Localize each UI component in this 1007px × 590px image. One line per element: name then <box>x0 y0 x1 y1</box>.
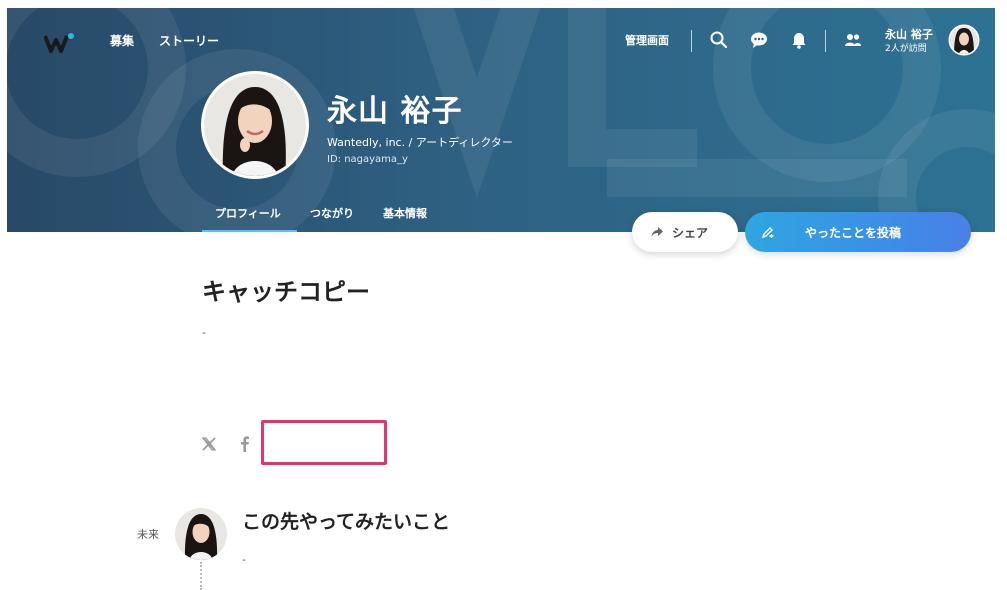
bell-icon[interactable] <box>789 30 809 50</box>
tab-profile[interactable]: プロフィール <box>215 205 281 221</box>
timeline-connector <box>200 562 202 590</box>
highlight-box <box>261 420 387 465</box>
timeline-future-label: 未来 <box>137 528 159 541</box>
profile-id: ID: nagayama_y <box>327 154 408 165</box>
timeline-avatar <box>175 508 227 560</box>
nav-stories-link[interactable]: ストーリー <box>159 32 219 49</box>
post-button-label: やったことを投稿 <box>805 226 902 240</box>
share-button[interactable]: シェア <box>632 212 738 252</box>
nav-jobs-link[interactable]: 募集 <box>110 32 134 49</box>
header-divider <box>691 30 692 52</box>
catchcopy-heading: キャッチコピー <box>202 278 370 306</box>
facebook-icon[interactable] <box>235 434 255 454</box>
header-user-name[interactable]: 永山 裕子 <box>885 26 933 42</box>
x-icon[interactable] <box>199 434 219 454</box>
profile-company-role[interactable]: Wantedly, inc. / アートディレクター <box>327 134 513 150</box>
post-activity-button[interactable]: やったことを投稿 <box>745 212 971 252</box>
admin-link[interactable]: 管理画面 <box>625 32 669 48</box>
people-icon[interactable] <box>843 30 863 50</box>
future-heading: この先やってみたいこと <box>242 511 451 533</box>
future-value: - <box>242 553 246 566</box>
pencil-plus-icon <box>761 227 774 239</box>
user-avatar[interactable] <box>948 24 980 56</box>
tab-connections[interactable]: つながり <box>310 205 354 221</box>
profile-header: 募集 ストーリー 管理画面 永山 裕子 2人が訪問 永山 裕子 Wantedly… <box>7 8 995 232</box>
profile-name: 永山 裕子 <box>327 94 463 129</box>
tab-basic-info[interactable]: 基本情報 <box>383 205 427 221</box>
header-visit-count[interactable]: 2人が訪問 <box>885 41 927 54</box>
search-icon[interactable] <box>709 30 729 50</box>
share-button-label: シェア <box>672 226 709 240</box>
share-arrow-icon <box>651 227 663 237</box>
profile-avatar <box>201 71 309 179</box>
header-divider <box>825 30 826 52</box>
active-tab-indicator <box>202 230 297 232</box>
catchcopy-value: - <box>202 326 206 339</box>
chat-icon[interactable] <box>749 30 769 50</box>
wantedly-logo[interactable] <box>44 33 74 53</box>
